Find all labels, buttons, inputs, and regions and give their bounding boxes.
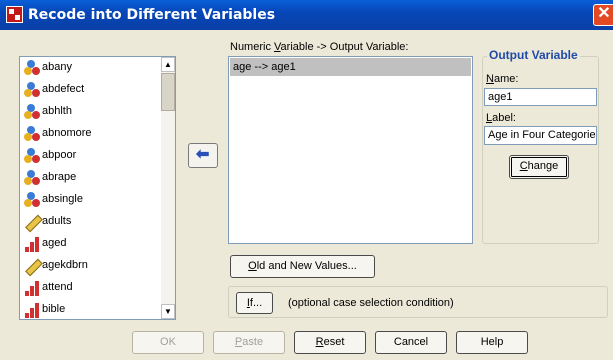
scale-icon — [24, 214, 43, 233]
variable-label: abnomore — [42, 127, 92, 139]
nominal-icon — [24, 60, 40, 76]
variable-item[interactable]: adults — [20, 211, 161, 233]
variable-item[interactable]: abdefect — [20, 79, 161, 101]
numeric-output-list[interactable]: age --> age1 — [228, 56, 473, 244]
ordinal-icon — [24, 280, 40, 296]
variable-label: attend — [42, 281, 73, 293]
vertical-scrollbar[interactable]: ▲ ▼ — [161, 57, 175, 319]
scroll-thumb[interactable] — [161, 73, 175, 111]
variable-item[interactable]: bible — [20, 299, 161, 319]
variable-label: aged — [42, 237, 67, 249]
label-label: Label: — [486, 112, 516, 124]
variable-item[interactable]: abhlth — [20, 101, 161, 123]
nominal-icon — [24, 148, 40, 164]
variable-item[interactable]: abpoor — [20, 145, 161, 167]
source-variable-list[interactable]: abany abdefect abhlth abnomore abpoor abrape a… — [19, 56, 176, 320]
variable-label: abrape — [42, 171, 77, 183]
scroll-down-button[interactable]: ▼ — [161, 304, 175, 319]
left-arrow-icon: ➡ — [196, 146, 210, 163]
app-icon — [6, 6, 23, 23]
variable-label: abdefect — [42, 83, 85, 95]
label-field[interactable]: Age in Four Categories — [484, 126, 597, 145]
variable-label: abany — [42, 61, 72, 73]
variable-item[interactable]: absingle — [20, 189, 161, 211]
help-button[interactable]: Help — [456, 331, 528, 354]
variable-label: bible — [42, 303, 66, 315]
move-variable-button[interactable]: ➡ — [188, 143, 218, 168]
old-and-new-values-button[interactable]: Old and New Values... — [230, 255, 375, 278]
name-field[interactable]: age1 — [484, 88, 597, 106]
nominal-icon — [24, 126, 40, 142]
variable-items: abany abdefect abhlth abnomore abpoor abrape a… — [20, 57, 161, 319]
variable-item[interactable]: abrape — [20, 167, 161, 189]
nominal-icon — [24, 192, 40, 208]
ordinal-icon — [24, 236, 40, 252]
if-description: (optional case selection condition) — [288, 297, 454, 309]
window-title: Recode into Different Variables — [28, 7, 276, 23]
variable-item[interactable]: aged — [20, 233, 161, 255]
cancel-button[interactable]: Cancel — [375, 331, 447, 354]
variable-item[interactable]: agekdbrn — [20, 255, 161, 277]
output-variable-title: Output Variable — [487, 48, 580, 62]
nominal-icon — [24, 170, 40, 186]
close-button[interactable]: ✕ — [593, 4, 613, 26]
ordinal-icon — [24, 302, 40, 318]
if-button[interactable]: If... — [236, 292, 273, 314]
variable-label: abpoor — [42, 149, 77, 161]
variable-label: absingle — [42, 193, 83, 205]
ok-button[interactable]: OK — [132, 331, 204, 354]
nominal-icon — [24, 104, 40, 120]
list-item-selected[interactable]: age --> age1 — [230, 58, 471, 76]
scale-icon — [24, 258, 43, 277]
nominal-icon — [24, 82, 40, 98]
paste-button[interactable]: Paste — [213, 331, 285, 354]
numeric-output-label: Numeric Variable -> Output Variable: — [230, 41, 409, 53]
title-bar: Recode into Different Variables ✕ — [0, 0, 613, 30]
variable-label: adults — [42, 215, 72, 227]
variable-item[interactable]: attend — [20, 277, 161, 299]
scroll-up-button[interactable]: ▲ — [161, 57, 175, 72]
variable-item[interactable]: abnomore — [20, 123, 161, 145]
reset-button[interactable]: Reset — [294, 331, 366, 354]
variable-label: agekdbrn — [42, 259, 88, 271]
name-label: Name: — [486, 73, 519, 85]
variable-label: abhlth — [42, 105, 72, 117]
change-button[interactable]: Change — [509, 155, 569, 179]
variable-item[interactable]: abany — [20, 57, 161, 79]
